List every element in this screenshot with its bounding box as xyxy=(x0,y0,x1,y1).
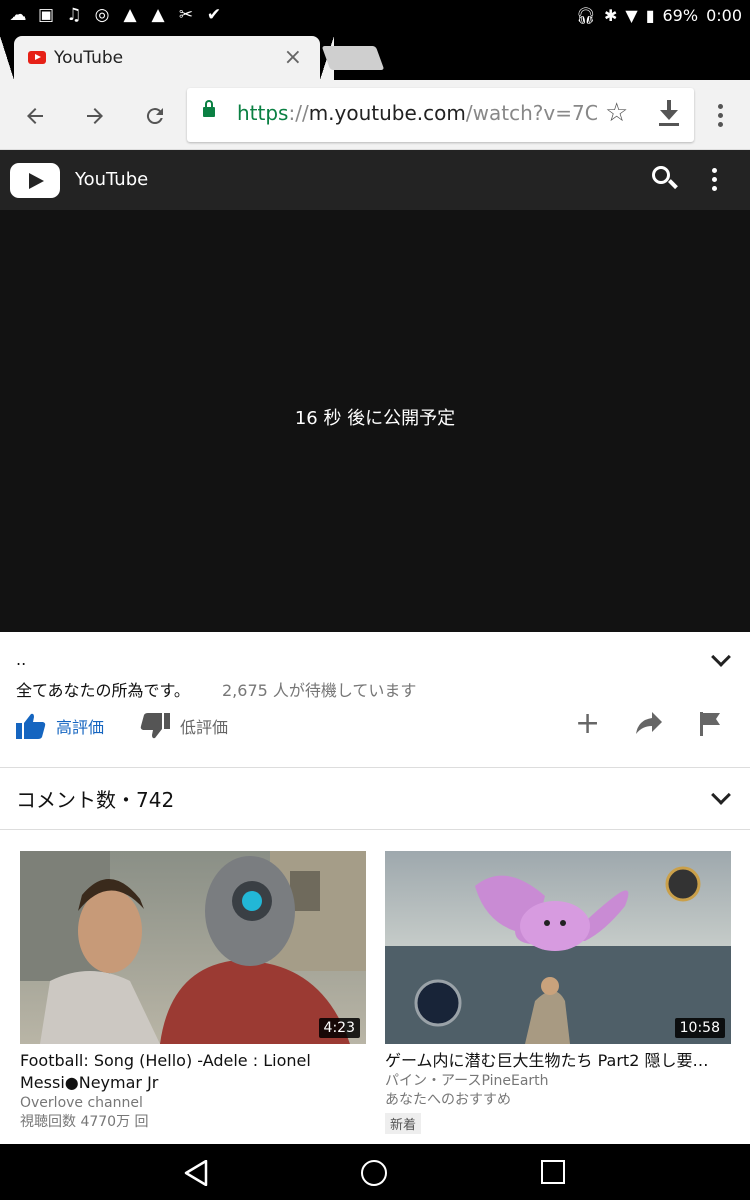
recents-square-icon[interactable] xyxy=(541,1160,565,1184)
url-text[interactable]: https://m.youtube.com/watch?v=7CUpc5 xyxy=(237,101,597,125)
premiere-countdown: 16 秒 後に公開予定 xyxy=(294,408,456,429)
video-card-channel: Overlove channel xyxy=(20,1095,143,1111)
tools-icon: ✂ xyxy=(178,4,194,25)
flag-icon[interactable] xyxy=(700,712,722,736)
youtube-menu-icon[interactable] xyxy=(712,168,718,192)
new-badge: 新着 xyxy=(385,1113,422,1134)
system-icons: 🎧︎ ✱ ▼ ▮ 69% 0:00 xyxy=(576,5,742,27)
headphones-icon: 🎧︎ xyxy=(575,6,596,25)
comments-header[interactable]: コメント数・742 xyxy=(0,768,750,830)
back-arrow-icon[interactable] xyxy=(17,98,53,134)
video-actions: 高評価 低評価 + xyxy=(0,708,750,744)
system-nav-bar xyxy=(0,1144,750,1200)
video-card-views: 視聴回数 4770万 回 xyxy=(20,1114,149,1130)
lock-icon xyxy=(203,100,215,117)
bluetooth-icon: ✱ xyxy=(603,6,618,25)
chrome-menu-icon[interactable] xyxy=(718,104,724,128)
image-icon: ▣ xyxy=(37,4,55,25)
thumbs-down-icon[interactable] xyxy=(140,713,170,739)
video-thumbnail[interactable]: 10:58 xyxy=(385,851,731,1044)
video-card-title[interactable]: ゲーム内に潜む巨大生物たち Part2 隠し要… xyxy=(385,1050,731,1072)
like-button[interactable]: 高評価 xyxy=(56,714,104,738)
comments-expand-chevron-icon[interactable] xyxy=(711,785,731,805)
video-player[interactable]: 16 秒 後に公開予定 xyxy=(0,210,750,632)
home-circle-icon[interactable] xyxy=(361,1160,387,1186)
video-title: .. xyxy=(16,650,27,669)
video-description: 全てあなたの所為です。 xyxy=(16,681,190,700)
video-card[interactable]: 10:58 ゲーム内に潜む巨大生物たち Part2 隠し要… パイン・アースPi… xyxy=(385,851,731,1134)
video-card-channel: パイン・アースPineEarth xyxy=(385,1073,549,1089)
reload-icon[interactable] xyxy=(137,98,173,134)
clock: 0:00 xyxy=(706,6,742,25)
search-icon[interactable] xyxy=(652,166,678,192)
youtube-title: YouTube xyxy=(75,169,149,190)
url-path: /watch?v=7CUpc5 xyxy=(465,101,597,125)
notification-icons: ☁ ▣ ♫ ◎ ▲ ▲ ✂ ✔ xyxy=(8,5,224,25)
drive-icon: ▲ xyxy=(151,4,165,25)
browser-toolbar: https://m.youtube.com/watch?v=7CUpc5 ☆ xyxy=(0,80,750,150)
video-duration: 4:23 xyxy=(318,1018,360,1038)
youtube-favicon-icon xyxy=(28,51,46,64)
video-duration: 10:58 xyxy=(674,1018,725,1038)
recommendations: 4:23 Football: Song (Hello) -Adele : Lio… xyxy=(0,830,750,1144)
expand-chevron-icon[interactable] xyxy=(711,647,731,667)
tab-youtube[interactable]: YouTube × xyxy=(0,36,334,80)
waiting-count: 2,675 人が待機しています xyxy=(222,681,417,700)
battery-percent: 69% xyxy=(662,6,699,25)
video-card-title[interactable]: Football: Song (Hello) -Adele : Lionel M… xyxy=(20,1050,366,1094)
add-to-playlist-icon[interactable]: + xyxy=(575,708,600,740)
video-thumbnail[interactable]: 4:23 xyxy=(20,851,366,1044)
new-tab-button[interactable] xyxy=(321,46,385,70)
url-separator: :// xyxy=(288,101,309,125)
url-protocol: https xyxy=(237,101,289,125)
video-card-reason: あなたへのおすすめ xyxy=(385,1092,511,1108)
thumbs-up-icon[interactable] xyxy=(16,713,46,739)
comments-count: コメント数・742 xyxy=(16,788,175,812)
video-card[interactable]: 4:23 Football: Song (Hello) -Adele : Lio… xyxy=(20,851,366,1132)
status-bar: ☁ ▣ ♫ ◎ ▲ ▲ ✂ ✔ 🎧︎ ✱ ▼ ▮ 69% 0:00 xyxy=(0,0,750,32)
url-host: m.youtube.com xyxy=(308,101,466,125)
robot-icon: ◎ xyxy=(94,4,110,25)
video-info: .. 全てあなたの所為です。 2,675 人が待機しています 高評価 低評価 + xyxy=(0,632,750,768)
wifi-icon: ▼ xyxy=(625,6,638,25)
tab-title: YouTube xyxy=(54,48,124,68)
download-icon[interactable] xyxy=(657,100,681,128)
share-icon[interactable] xyxy=(636,712,662,734)
bookmark-star-icon[interactable]: ☆ xyxy=(605,98,628,128)
music-icon: ♫ xyxy=(66,4,82,25)
check-flag-icon: ✔ xyxy=(206,4,222,25)
signal-icon: ▮ xyxy=(645,6,655,25)
forward-arrow-icon[interactable] xyxy=(77,98,113,134)
youtube-logo-icon[interactable] xyxy=(10,163,60,198)
close-tab-icon[interactable]: × xyxy=(284,45,302,70)
back-triangle-icon[interactable] xyxy=(184,1160,208,1186)
youtube-header: YouTube xyxy=(0,150,750,210)
cloud-icon: ☁ xyxy=(9,4,27,25)
dislike-button[interactable]: 低評価 xyxy=(180,714,228,738)
drive-icon: ▲ xyxy=(123,4,137,25)
address-bar[interactable]: https://m.youtube.com/watch?v=7CUpc5 ☆ xyxy=(187,88,694,142)
tab-strip: YouTube × xyxy=(0,32,750,80)
